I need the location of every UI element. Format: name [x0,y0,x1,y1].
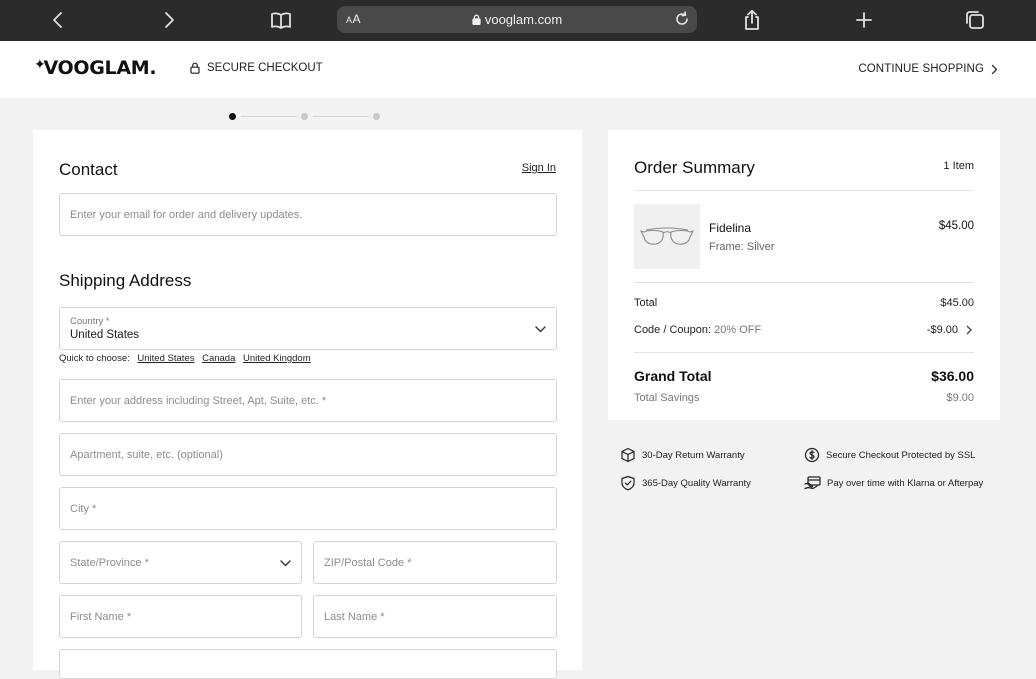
order-summary-panel: Order Summary 1 Item Fidelina Frame: Sil… [608,130,1000,420]
secure-checkout-label: SECURE CHECKOUT [190,62,323,74]
product-name: Fidelina [709,221,752,235]
order-summary-title: Order Summary [634,158,755,177]
address-bar[interactable]: AA vooglam.com [337,6,697,33]
quick-country-canada[interactable]: Canada [202,353,235,364]
chevron-left-icon [53,12,62,28]
continue-shopping-link[interactable]: CONTINUE SHOPPING [858,63,998,75]
total-savings-label: Total Savings [634,392,700,404]
chevron-down-icon [280,554,291,572]
back-button[interactable] [45,8,71,32]
plus-icon [856,12,872,28]
divider [634,190,974,191]
item-count: 1 Item [943,160,974,172]
dollar-circle-icon [804,447,820,463]
site-header: ✦VOOGLAM. SECURE CHECKOUT CONTINUE SHOPP… [0,41,1036,98]
divider [634,282,974,283]
email-input[interactable]: Enter your email for order and delivery … [59,193,557,236]
contact-title: Contact [59,160,118,179]
sign-in-link[interactable]: Sign In [522,162,556,174]
browser-toolbar: AA vooglam.com [0,0,1036,41]
quick-choose-countries: Quick to choose: United States Canada Un… [59,353,311,364]
book-icon [271,12,291,29]
apartment-input[interactable]: Apartment, suite, etc. (optional) [59,433,557,476]
step-connector [313,116,369,117]
badge-quality-warranty: 365-Day Quality Warranty [620,475,751,491]
shield-check-icon [621,475,635,491]
coupon-code: 20% OFF [714,324,762,336]
total-value: $45.00 [940,297,974,309]
step-3-dot [373,113,380,120]
share-button[interactable] [739,8,765,32]
step-1-dot [229,113,236,120]
eyeglasses-icon [639,227,695,245]
chevron-right-icon [991,64,998,74]
city-input[interactable]: City * [59,487,557,530]
quick-country-united-kingdom[interactable]: United Kingdom [243,353,311,364]
badge-secure-ssl: Secure Checkout Protected by SSL [804,447,975,463]
return-box-icon [621,447,635,463]
address-input[interactable]: Enter your address including Street, Apt… [59,379,557,422]
lock-icon [190,62,200,74]
total-savings-value: $9.00 [946,392,974,404]
coupon-value[interactable]: -$9.00 [927,324,972,336]
lock-icon [472,14,481,25]
product-price: $45.00 [938,220,974,232]
share-icon [745,9,759,30]
chevron-down-icon [535,320,546,338]
new-tab-button[interactable] [851,8,877,32]
badge-return-warranty: 30-Day Return Warranty [620,447,745,463]
step-connector [241,116,297,117]
step-2-dot [301,113,308,120]
url-text: vooglam.com [484,12,563,27]
chevron-right-icon [966,325,972,335]
state-select[interactable]: State/Province * [59,541,302,584]
quick-country-united-states[interactable]: United States [137,353,194,364]
tabs-overview-button[interactable] [962,8,988,32]
forward-button[interactable] [156,8,182,32]
card-pay-icon [804,476,821,490]
shipping-address-title: Shipping Address [59,271,192,290]
reload-icon [676,11,688,25]
product-frame: Frame: Silver [709,241,775,253]
country-select[interactable]: Country * United States [59,307,557,350]
checkout-stepper [229,113,381,121]
checkout-form-panel: Contact Sign In Enter your email for ord… [33,130,582,679]
reload-button[interactable] [673,10,691,33]
badge-pay-over-time: Pay over time with Klarna or Afterpay [804,475,983,491]
product-thumbnail[interactable] [634,204,700,269]
tabs-icon [966,11,984,29]
coupon-row[interactable]: Code / Coupon: 20% OFF [634,324,761,336]
zip-input[interactable]: ZIP/Postal Code * [313,541,557,584]
divider [634,352,974,353]
next-field-partial[interactable] [59,649,557,679]
grand-total-label: Grand Total [634,368,712,384]
bookmarks-button[interactable] [268,8,294,32]
grand-total-value: $36.00 [931,368,974,384]
total-label: Total [634,297,658,309]
last-name-input[interactable]: Last Name * [313,595,557,638]
vooglam-logo[interactable]: ✦VOOGLAM. [34,57,157,79]
chevron-right-icon [165,12,174,28]
first-name-input[interactable]: First Name * [59,595,302,638]
